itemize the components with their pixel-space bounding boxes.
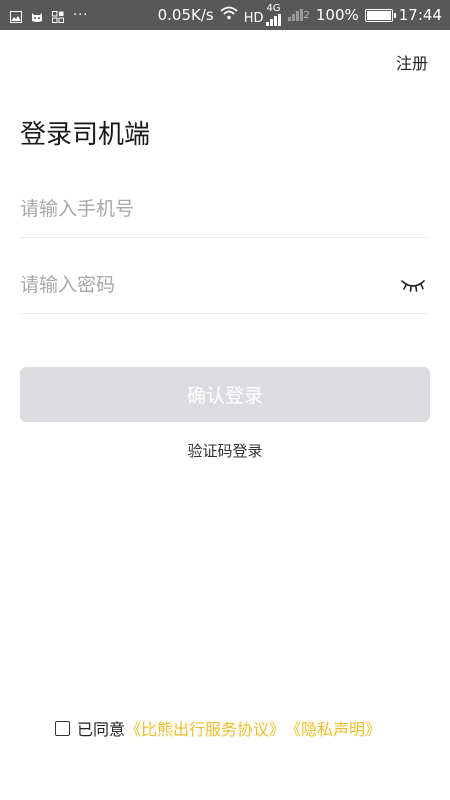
more-notifications-icon: ··· [73, 7, 89, 23]
signal-sim1: HD 4G [244, 4, 282, 26]
network-type: 4G [266, 3, 281, 14]
eye-closed-icon[interactable] [400, 277, 426, 293]
battery-icon [364, 8, 396, 22]
status-bar-left: ··· [10, 8, 97, 23]
phone-input[interactable] [20, 188, 380, 229]
password-input[interactable] [20, 264, 380, 305]
wifi-icon [220, 6, 238, 24]
privacy-statement-link[interactable]: 《隐私声明》 [285, 716, 381, 740]
signal-weak-icon [287, 9, 303, 21]
agreement-row: 已同意 《比熊出行服务协议》 《隐私声明》 [55, 716, 381, 740]
signal-icon [265, 14, 281, 26]
image-icon [10, 9, 22, 23]
network-speed: 0.05K/s [157, 6, 214, 24]
signal-sim2: 2 [287, 9, 310, 21]
clock: 17:44 [398, 6, 442, 24]
status-bar: ··· 0.05K/s HD 4G 2 100% 17:44 [0, 0, 450, 30]
agree-checkbox[interactable] [55, 720, 70, 736]
confirm-login-button[interactable]: 确认登录 [20, 367, 430, 422]
hd-badge: HD [243, 11, 264, 26]
register-link[interactable]: 注册 [396, 50, 428, 74]
phone-field [20, 180, 430, 238]
agree-prefix: 已同意 [77, 720, 126, 739]
password-field [20, 256, 430, 314]
status-bar-right: 0.05K/s HD 4G 2 100% 17:44 [152, 4, 442, 26]
code-login-link: 验证码登录 [0, 440, 450, 461]
apps-icon [52, 9, 64, 23]
cat-icon [31, 9, 43, 22]
page-title: 登录司机端 [20, 120, 151, 150]
service-agreement-link[interactable]: 《比熊出行服务协议》 [125, 716, 285, 740]
code-login-label[interactable]: 验证码登录 [187, 442, 262, 460]
battery-percent: 100% [315, 6, 359, 24]
sim2-label: 2 [303, 10, 310, 21]
